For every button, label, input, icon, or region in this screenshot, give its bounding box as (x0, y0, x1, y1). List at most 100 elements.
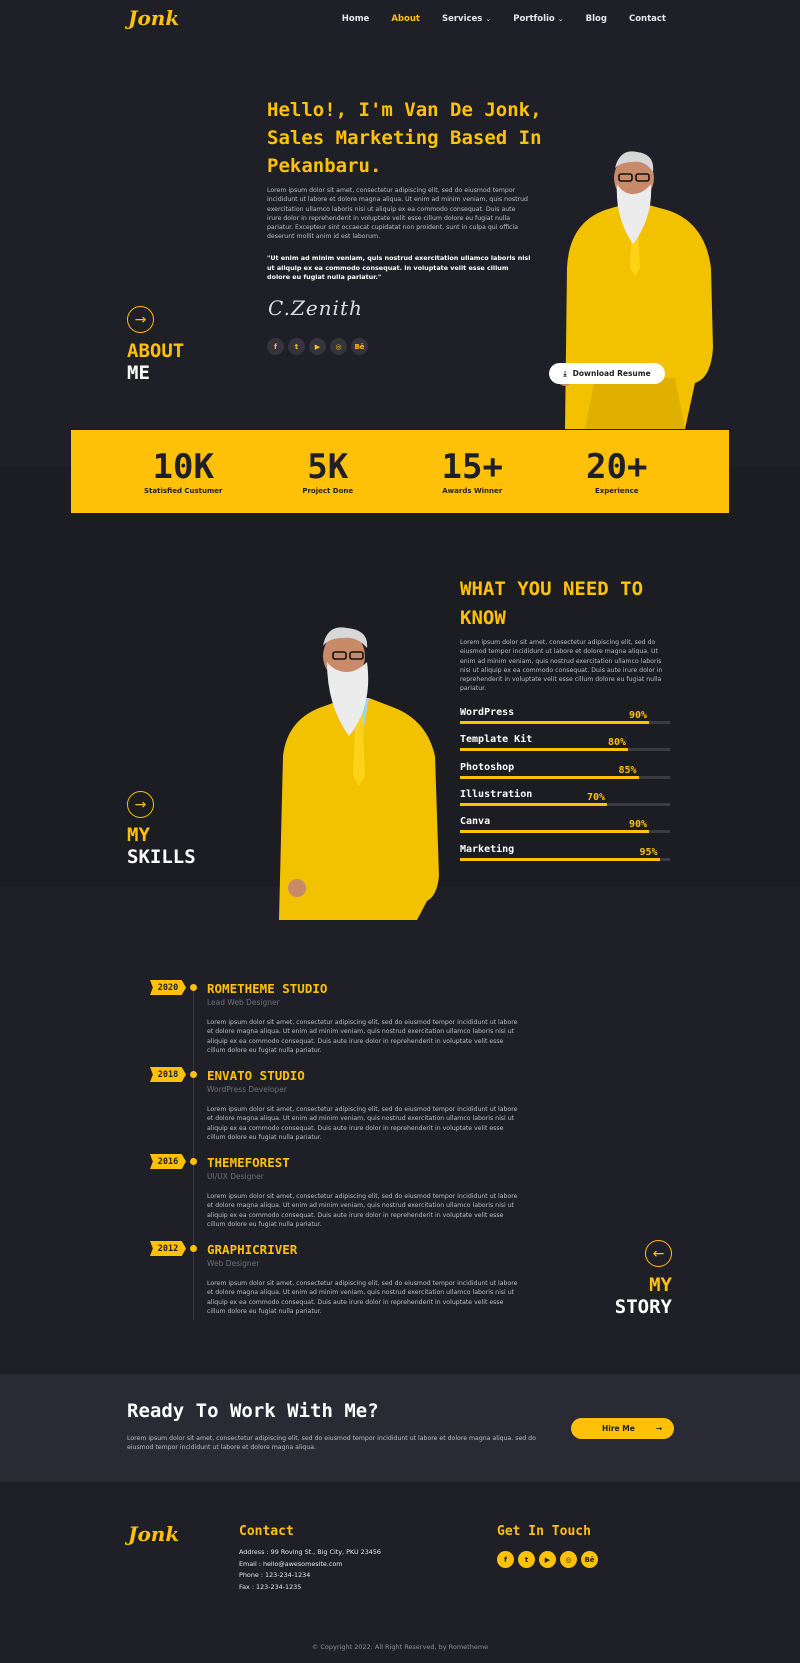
youtube-icon[interactable]: ▶ (539, 1551, 556, 1568)
footer-contact-info: Address : 99 Roving St., Big City, PKU 2… (239, 1547, 381, 1593)
cta-section (0, 1374, 800, 1482)
arrow-right-button[interactable]: → (127, 791, 154, 818)
behance-icon[interactable]: Bē (581, 1551, 598, 1568)
timeline-dot (190, 1158, 197, 1165)
timeline-role: UI/UX Designer (207, 1172, 264, 1181)
facebook-icon[interactable]: f (267, 338, 284, 355)
timeline-year-badge: 2016 (150, 1154, 186, 1169)
about-label-line1: ABOUT (127, 340, 185, 362)
timeline-description: Lorem ipsum dolor sit amet, consectetur … (207, 1019, 518, 1054)
signature: C.Zenith (268, 296, 363, 320)
stat-label: Statisfied Custumer (143, 487, 223, 495)
hero-title: Hello!, I'm Van De Jonk, Sales Marketing… (267, 99, 542, 177)
nav-home[interactable]: Home (342, 14, 370, 24)
nav-blog-label: Blog (585, 14, 607, 24)
footer-socials: f t ▶ ◎ Bē (497, 1551, 598, 1568)
skill-progress-fill (460, 857, 660, 861)
skill-progress-track (460, 857, 670, 861)
stat-value: 5K (307, 447, 349, 487)
timeline-role: Web Designer (207, 1259, 260, 1268)
cta-title: Ready To Work With Me? (127, 1400, 379, 1422)
download-resume-label: Download Resume (572, 369, 651, 378)
skill-row: Marketing 95% (460, 844, 670, 871)
skill-name: Template Kit (460, 734, 533, 746)
skills-portrait (279, 627, 439, 920)
skill-progress-fill (460, 775, 639, 779)
timeline-dot (190, 1071, 197, 1078)
skill-percent: 70% (587, 791, 606, 803)
arrow-right-icon: → (134, 311, 147, 328)
footer-address: Address : 99 Roving St., Big City, PKU 2… (239, 1548, 381, 1556)
skill-percent: 95% (639, 846, 658, 858)
footer-logo[interactable]: Jonk (128, 1522, 179, 1546)
timeline-year-badge: 2018 (150, 1067, 186, 1082)
footer-contact-title: Contact (239, 1524, 294, 1539)
timeline-dot (190, 984, 197, 991)
nav-portfolio-label: Portfolio (513, 14, 555, 24)
facebook-icon[interactable]: f (497, 1551, 514, 1568)
skill-row: Template Kit 80% (460, 734, 670, 761)
timeline-description: Lorem ipsum dolor sit amet, consectetur … (207, 1280, 518, 1315)
nav-blog[interactable]: Blog (586, 14, 607, 24)
arrow-right-button[interactable]: → (127, 306, 154, 333)
youtube-icon[interactable]: ▶ (309, 338, 326, 355)
timeline-company: THEMEFOREST (207, 1155, 290, 1170)
skills-title: WHAT YOU NEED TO KNOW (460, 578, 644, 629)
arrow-left-button[interactable]: ← (645, 1240, 672, 1267)
hire-me-button[interactable]: Hire Me → (571, 1418, 674, 1439)
hero-portrait (557, 151, 713, 429)
chevron-down-icon: ⌄ (485, 15, 492, 23)
nav-portfolio[interactable]: Portfolio ⌄ (513, 14, 563, 24)
timeline-role: WordPress Developer (207, 1085, 287, 1094)
dribbble-icon[interactable]: ◎ (560, 1551, 577, 1568)
skills-label-line2: SKILLS (127, 846, 196, 868)
timeline-company: ROMETHEME STUDIO (207, 981, 328, 996)
skill-progress-track (460, 830, 670, 834)
skill-row: Photoshop 85% (460, 762, 670, 789)
skill-percent: 90% (629, 710, 648, 721)
nav-services-label: Services (441, 14, 483, 24)
dribbble-icon[interactable]: ◎ (330, 338, 347, 355)
skill-name: Marketing (460, 843, 515, 855)
story-label: MY STORY (610, 1274, 672, 1318)
skill-progress-track (460, 721, 670, 724)
nav-contact[interactable]: Contact (629, 14, 666, 24)
stat-experience: 20+ Experience (562, 448, 672, 495)
skill-percent: 90% (629, 819, 648, 831)
stat-label: Project Done (302, 487, 354, 495)
timeline-line (193, 990, 194, 1320)
arrow-left-icon: ← (652, 1245, 665, 1262)
skill-row: Canva 90% (460, 816, 670, 843)
footer-email[interactable]: Email : hello@awesomesite.com (239, 1559, 381, 1571)
stat-value: 10K (152, 447, 214, 487)
cta-body: Lorem ipsum dolor sit amet, consectetur … (127, 1435, 536, 1452)
nav-contact-label: Contact (628, 14, 666, 24)
story-label-line1: MY (649, 1274, 672, 1296)
behance-icon[interactable]: Bē (351, 338, 368, 355)
hero-body: Lorem ipsum dolor sit amet, consectetur … (267, 187, 528, 241)
skill-progress-fill (460, 721, 649, 724)
twitter-icon[interactable]: t (518, 1551, 535, 1568)
about-label-line2: ME (127, 362, 150, 384)
skill-progress-fill (460, 748, 628, 752)
hire-me-label: Hire Me (602, 1424, 635, 1433)
skills-body: Lorem ipsum dolor sit amet, consectetur … (460, 639, 663, 693)
skill-progress-track (460, 775, 670, 779)
stat-label: Experience (594, 487, 639, 495)
nav-services[interactable]: Services ⌄ (442, 14, 491, 24)
skills-label: MY SKILLS (127, 824, 196, 868)
nav-about[interactable]: About (391, 14, 420, 24)
arrow-right-icon: → (134, 796, 147, 813)
stat-customers: 10K Statisfied Custumer (128, 448, 238, 495)
footer-fax: Fax : 123-234-1235 (239, 1582, 302, 1591)
download-resume-button[interactable]: ⤓ Download Resume (549, 363, 665, 384)
about-label: ABOUT ME (127, 340, 184, 384)
skills-label-line1: MY (127, 824, 150, 846)
timeline-description: Lorem ipsum dolor sit amet, consectetur … (207, 1106, 518, 1141)
twitter-icon[interactable]: t (288, 338, 305, 355)
skill-row: Illustration 70% (460, 789, 670, 816)
timeline-role: Lead Web Designer (207, 998, 280, 1007)
timeline-dot (190, 1245, 197, 1252)
skill-progress-track (460, 748, 670, 752)
site-logo[interactable]: Jonk (128, 6, 179, 30)
